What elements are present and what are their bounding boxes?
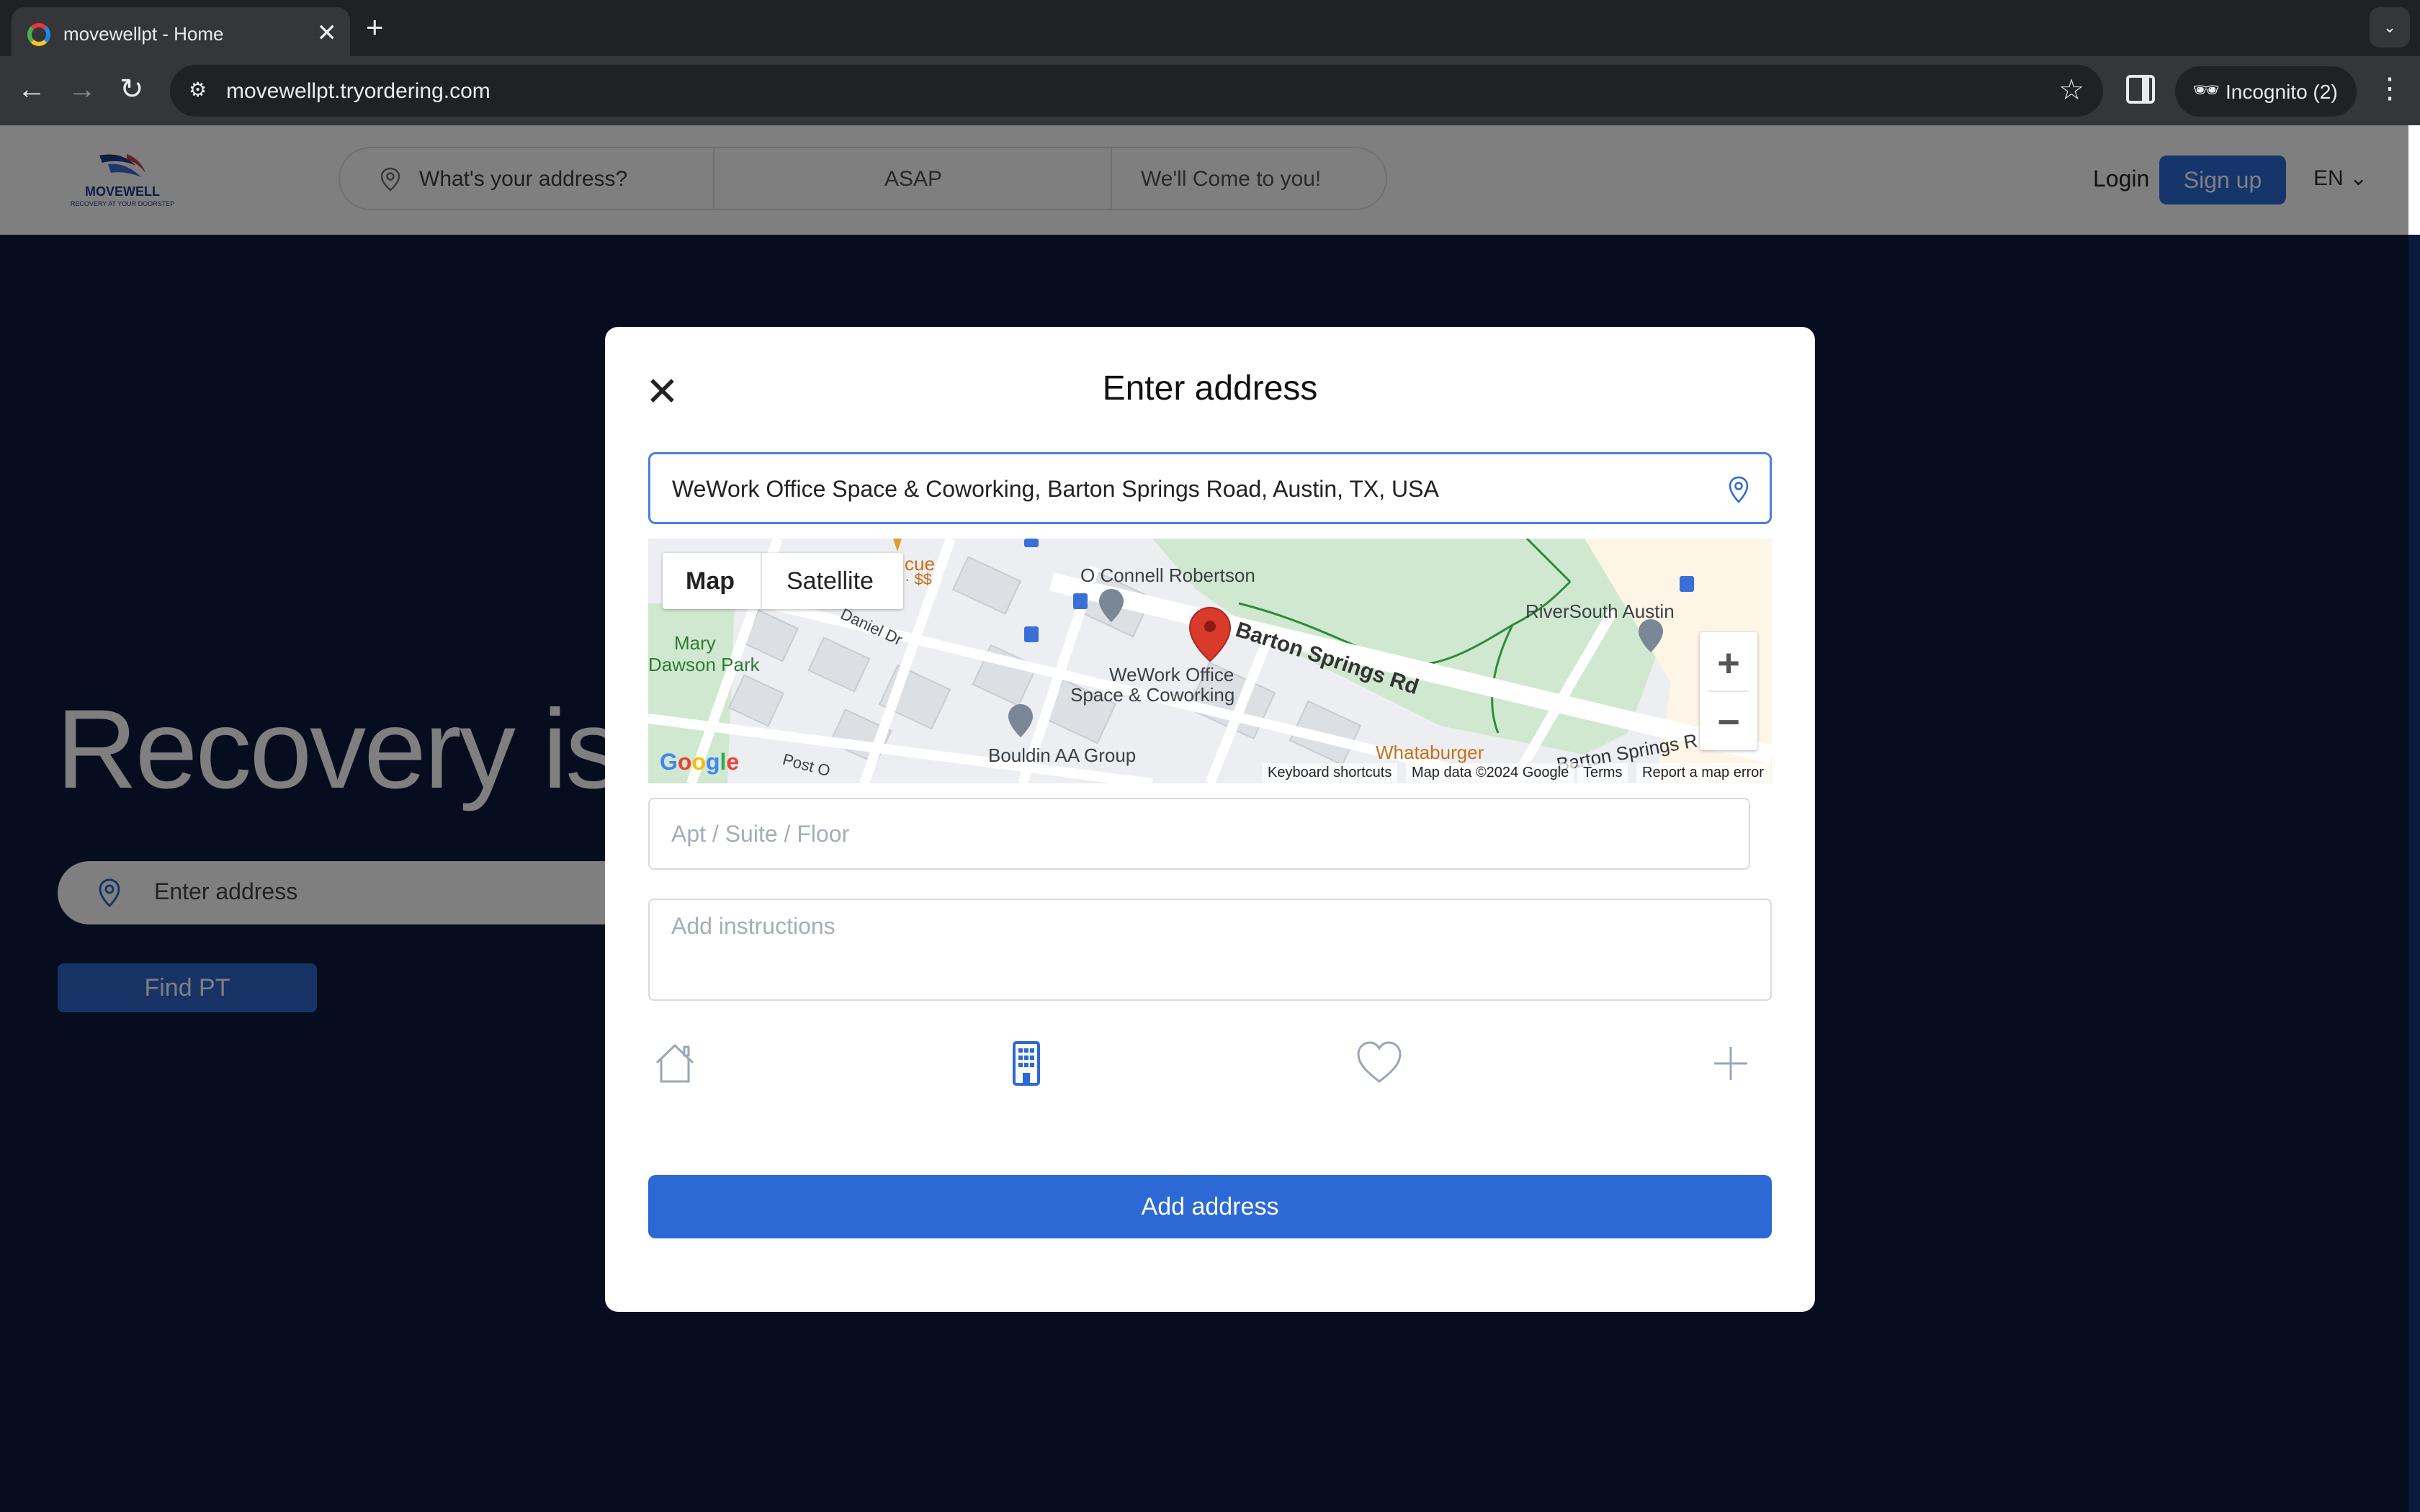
map-label: · $$ <box>905 570 932 588</box>
map-label: RiverSouth Austin <box>1525 600 1675 622</box>
building-icon[interactable] <box>1001 1038 1052 1089</box>
back-icon[interactable]: ← <box>17 72 46 107</box>
address-input[interactable]: WeWork Office Space & Coworking, Barton … <box>648 452 1772 524</box>
menu-icon[interactable]: ⋮ <box>2375 72 2404 105</box>
browser-toolbar: ← → ↻ ⚙ movewellpt.tryordering.com ☆ 🕶 I… <box>0 56 2420 125</box>
home-icon[interactable] <box>650 1038 700 1089</box>
incognito-icon: 🕶 <box>2192 78 2220 102</box>
favicon-icon <box>27 23 50 46</box>
tab-title: movewellpt - Home <box>63 23 224 45</box>
map[interactable]: Map Satellite O Connell Robertson RiverS… <box>648 539 1772 783</box>
plus-icon[interactable] <box>1706 1038 1756 1089</box>
side-panel-icon[interactable] <box>2126 75 2155 104</box>
map-type-control: Map Satellite <box>663 553 903 609</box>
reload-icon[interactable]: ↻ <box>120 72 144 107</box>
keyboard-shortcuts-link[interactable]: Keyboard shortcuts <box>1262 763 1398 783</box>
heart-icon[interactable] <box>1354 1038 1404 1089</box>
zoom-divider <box>1708 690 1749 692</box>
apt-suite-placeholder: Apt / Suite / Floor <box>671 821 850 847</box>
report-map-error-link[interactable]: Report a map error <box>1636 763 1770 783</box>
zoom-out-icon[interactable]: − <box>1700 703 1757 742</box>
tab-search-icon[interactable]: ⌄ <box>2370 7 2410 48</box>
apt-suite-input[interactable]: Apt / Suite / Floor <box>648 798 1750 870</box>
map-label: Dawson Park <box>648 654 760 675</box>
address-input-value: WeWork Office Space & Coworking, Barton … <box>672 476 1439 502</box>
map-type-satellite[interactable]: Satellite <box>786 567 874 595</box>
browser-tab-bar: movewellpt - Home ✕ + ⌄ <box>0 0 2420 56</box>
map-data-text: Map data ©2024 Google <box>1406 763 1575 783</box>
map-label: Mary <box>674 632 716 654</box>
new-tab-icon[interactable]: + <box>366 10 384 45</box>
instructions-placeholder: Add instructions <box>671 913 835 939</box>
map-label: Space & Coworking <box>1070 684 1235 706</box>
browser-tab[interactable]: movewellpt - Home ✕ <box>12 7 350 56</box>
map-label: WeWork Office <box>1109 664 1234 685</box>
address-bar[interactable]: ⚙ movewellpt.tryordering.com ☆ <box>170 65 2103 117</box>
map-type-map[interactable]: Map <box>686 567 735 595</box>
forward-icon[interactable]: → <box>68 72 97 107</box>
map-type-divider <box>761 553 762 609</box>
google-logo[interactable]: Google <box>660 749 739 775</box>
incognito-badge[interactable]: 🕶 Incognito (2) <box>2175 66 2357 117</box>
location-pin-icon[interactable] <box>1728 476 1749 503</box>
incognito-label: Incognito (2) <box>2226 81 2338 103</box>
zoom-in-icon[interactable]: + <box>1700 644 1757 683</box>
address-modal: ✕ Enter address WeWork Office Space & Co… <box>605 327 1815 1312</box>
star-icon[interactable]: ☆ <box>2058 73 2084 107</box>
instructions-textarea[interactable]: Add instructions <box>648 899 1772 1001</box>
add-address-button[interactable]: Add address <box>648 1175 1772 1238</box>
map-label: Bouldin AA Group <box>988 744 1137 766</box>
map-label: O Connell Robertson <box>1080 564 1255 586</box>
site-info-icon[interactable]: ⚙ <box>189 78 215 104</box>
terms-link[interactable]: Terms <box>1577 763 1628 783</box>
modal-title: Enter address <box>1102 369 1318 408</box>
zoom-control: + − <box>1700 632 1757 750</box>
close-tab-icon[interactable]: ✕ <box>317 19 338 48</box>
url-text: movewellpt.tryordering.com <box>226 79 490 103</box>
map-label: Whataburger <box>1376 742 1484 763</box>
